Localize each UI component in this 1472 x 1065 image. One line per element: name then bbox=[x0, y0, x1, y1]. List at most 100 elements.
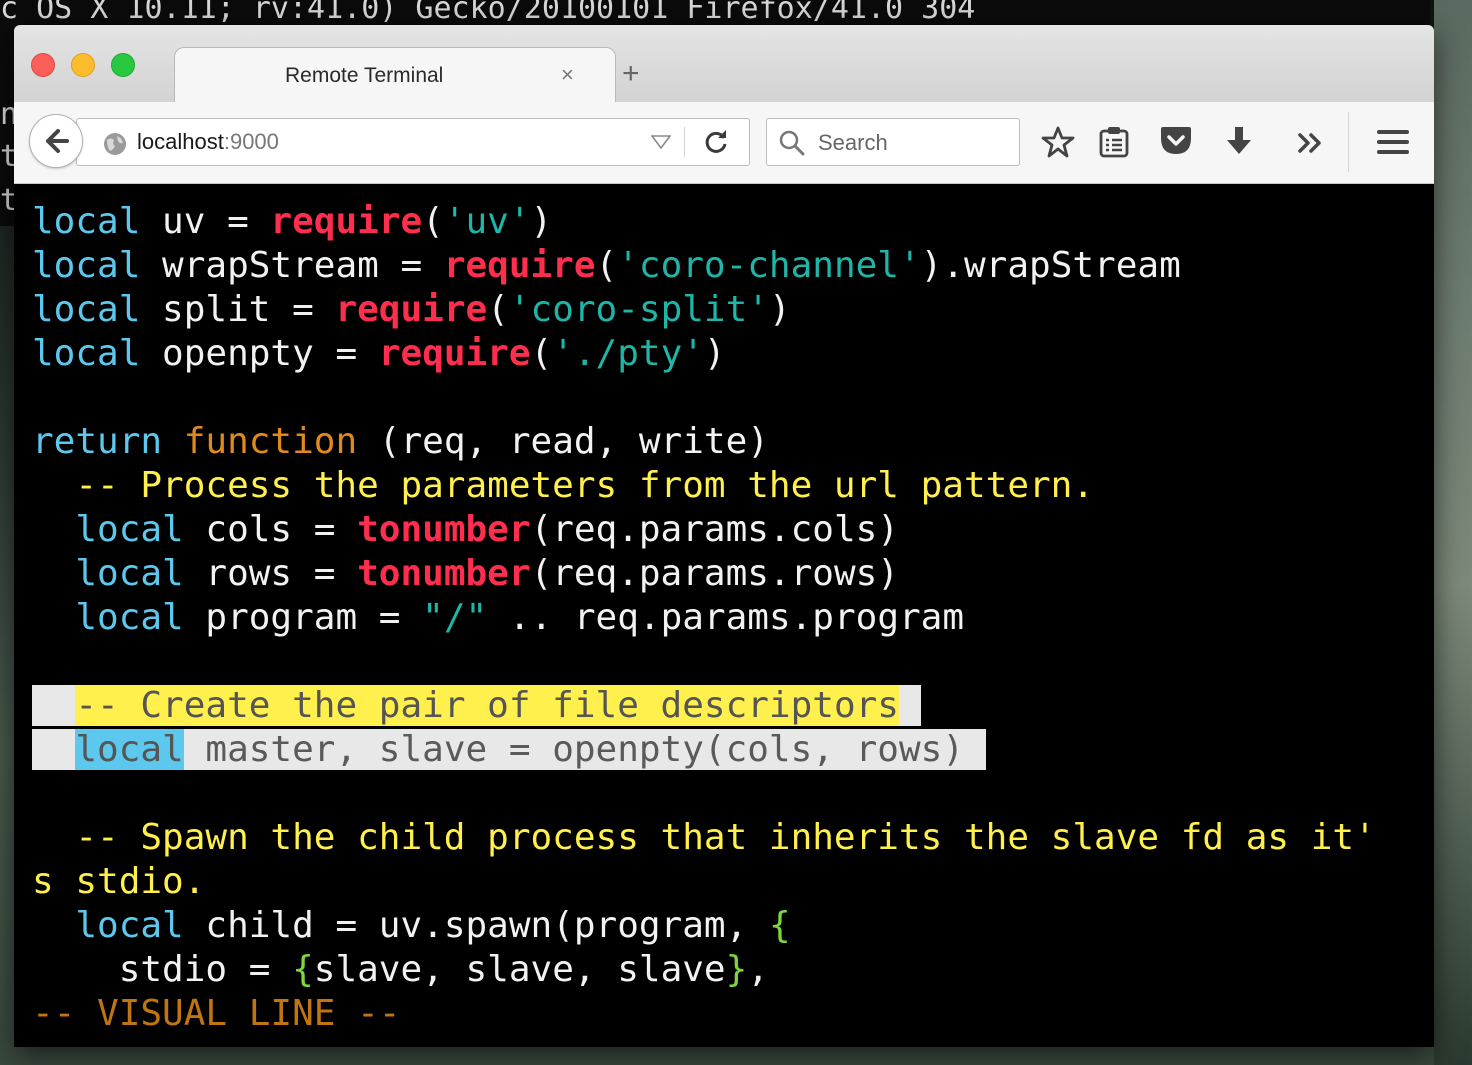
reading-list-icon[interactable] bbox=[1099, 126, 1129, 158]
brace: { bbox=[292, 949, 314, 990]
code-text: uv = bbox=[140, 201, 271, 242]
url-text[interactable]: localhost:9000 bbox=[137, 129, 279, 155]
code-line: local openpty = require('./pty') bbox=[32, 332, 1376, 376]
code-text: wrapStream = bbox=[140, 245, 444, 286]
code-line: local wrapStream = require('coro-channel… bbox=[32, 244, 1376, 288]
code-line: return function (req, read, write) bbox=[32, 420, 1376, 464]
brace: } bbox=[725, 949, 748, 990]
close-window-button[interactable] bbox=[31, 53, 55, 77]
punct: ) bbox=[530, 201, 553, 242]
code-text: stdio = bbox=[32, 949, 293, 990]
background-terminal-text: c OS X 10.11; rv:41.0) Gecko/20100101 Fi… bbox=[0, 0, 976, 26]
selection bbox=[32, 685, 76, 726]
tab-remote-terminal[interactable]: Remote Terminal × bbox=[174, 47, 616, 104]
string: "/" bbox=[422, 597, 488, 638]
builtin: require bbox=[335, 289, 488, 330]
keyword: local bbox=[75, 597, 184, 638]
title-bar: Remote Terminal × + bbox=[14, 25, 1434, 104]
search-placeholder: Search bbox=[818, 130, 888, 155]
keyword: local bbox=[75, 509, 184, 550]
code-text: (req.params.cols) bbox=[530, 509, 899, 550]
background-terminal-strip: c OS X 10.11; rv:41.0) Gecko/20100101 Fi… bbox=[0, 0, 1430, 26]
minimize-window-button[interactable] bbox=[71, 53, 95, 77]
selection bbox=[898, 685, 921, 726]
keyword: local bbox=[75, 553, 184, 594]
code-text: slave, slave, slave bbox=[313, 949, 726, 990]
selected-comment: -- Create the pair of file descriptors bbox=[75, 685, 899, 726]
string: 'coro-split' bbox=[508, 289, 769, 330]
code-text: rows = bbox=[183, 553, 358, 594]
selected-line: local master, slave = openpty(cols, rows… bbox=[32, 728, 1376, 772]
code-text: cols = bbox=[183, 509, 358, 550]
builtin: tonumber bbox=[357, 553, 531, 594]
keyword: local bbox=[32, 245, 141, 286]
terminal-view[interactable]: local uv = require('uv') local wrapStream… bbox=[14, 184, 1434, 1047]
selected-keyword: local bbox=[75, 729, 184, 770]
code-text: openpty = bbox=[140, 333, 379, 374]
code-line: local split = require('coro-split') bbox=[32, 288, 1376, 332]
punct: ) bbox=[703, 333, 726, 374]
code-line: local rows = tonumber(req.params.rows) bbox=[32, 552, 1376, 596]
punct: ) bbox=[768, 289, 791, 330]
new-tab-button[interactable]: + bbox=[622, 59, 640, 89]
bookmark-star-icon[interactable] bbox=[1041, 126, 1075, 158]
selected-line: -- Create the pair of file descriptors bbox=[32, 684, 1376, 728]
code-line: local cols = tonumber(req.params.cols) bbox=[32, 508, 1376, 552]
close-tab-icon[interactable]: × bbox=[561, 62, 574, 88]
builtin: require bbox=[270, 201, 423, 242]
builtin: tonumber bbox=[357, 509, 531, 550]
download-icon[interactable] bbox=[1224, 126, 1254, 158]
reload-icon[interactable] bbox=[703, 129, 729, 155]
search-icon bbox=[779, 130, 805, 156]
string: 'coro-channel' bbox=[617, 245, 921, 286]
maximize-window-button[interactable] bbox=[111, 53, 135, 77]
browser-window: Remote Terminal × + localhost:9000 Searc… bbox=[14, 25, 1434, 1047]
toolbar-divider bbox=[1348, 112, 1349, 172]
back-button[interactable] bbox=[29, 114, 83, 168]
code-text: program = bbox=[183, 597, 423, 638]
tab-title: Remote Terminal bbox=[285, 64, 444, 87]
dropdown-icon[interactable] bbox=[651, 135, 671, 149]
code-buffer: local uv = require('uv') local wrapStream… bbox=[32, 200, 1376, 1036]
menu-icon[interactable] bbox=[1376, 128, 1410, 156]
code-text: (req.params.rows) bbox=[530, 553, 899, 594]
overflow-icon[interactable] bbox=[1297, 132, 1325, 154]
search-input[interactable]: Search bbox=[766, 118, 1020, 166]
nav-toolbar: localhost:9000 Search bbox=[14, 102, 1434, 184]
punct: ( bbox=[422, 201, 444, 242]
punct: ( bbox=[487, 289, 509, 330]
punct: ( bbox=[595, 245, 618, 286]
code-text: child = uv.spawn(program, bbox=[183, 905, 769, 946]
keyword: local bbox=[32, 201, 141, 242]
builtin: require bbox=[378, 333, 531, 374]
string: 'uv' bbox=[443, 201, 531, 242]
globe-icon bbox=[104, 133, 126, 155]
keyword: local bbox=[32, 333, 141, 374]
keyword-function: function bbox=[183, 421, 358, 462]
comment-line: -- Spawn the child process that inherits… bbox=[32, 817, 1376, 858]
code-line: local child = uv.spawn(program, { bbox=[32, 904, 1376, 948]
code-line: local program = "/" .. req.params.progra… bbox=[32, 596, 1376, 640]
code-text: ).wrapStream bbox=[920, 245, 1181, 286]
string: './pty' bbox=[552, 333, 704, 374]
selection bbox=[32, 729, 76, 770]
keyword: local bbox=[75, 905, 184, 946]
code-line: local uv = require('uv') bbox=[32, 200, 1376, 244]
back-icon bbox=[46, 129, 69, 153]
url-bar[interactable]: localhost:9000 bbox=[76, 118, 750, 166]
code-text: (req, read, write) bbox=[357, 421, 769, 462]
punct: , bbox=[747, 949, 769, 990]
code-line: stdio = {slave, slave, slave}, bbox=[32, 948, 1376, 992]
pocket-icon[interactable] bbox=[1159, 126, 1193, 156]
brace: { bbox=[768, 905, 791, 946]
selection: master, slave = openpty(cols, rows) bbox=[183, 729, 986, 770]
vim-mode-status: -- VISUAL LINE -- bbox=[32, 993, 401, 1034]
